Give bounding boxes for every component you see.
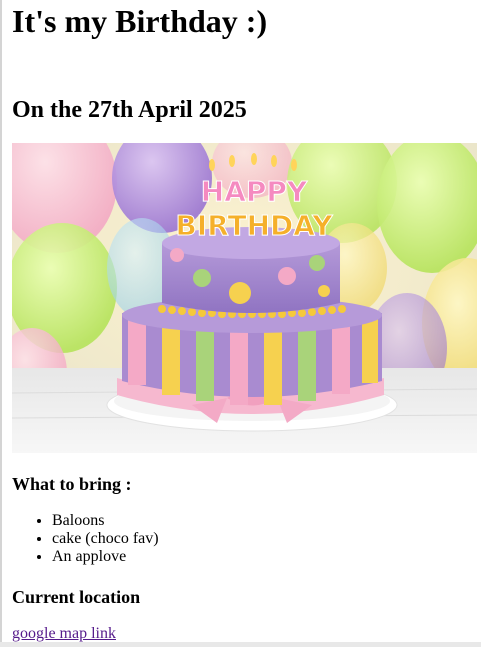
what-to-bring-heading: What to bring : [12,474,132,494]
date-heading: On the 27th April 2025 [12,97,247,123]
list-item: An applove [52,548,159,566]
horizontal-scrollbar[interactable] [0,642,481,647]
list-item: cake (choco fav) [52,530,159,548]
cake-topper-happy: HAPPY [201,175,308,208]
cake-topper-birthday: BIRTHDAY [175,209,333,242]
page-content: It's my Birthday :) On the 27th April 20… [4,0,481,647]
google-map-link[interactable]: google map link [12,624,116,644]
list-item: Baloons [52,512,159,530]
page-title: It's my Birthday :) [12,3,268,39]
current-location-heading: Current location [12,587,141,607]
birthday-cake-image: HAPPY BIRTHDAY [12,143,477,453]
window-left-edge [0,0,2,647]
bring-list: Baloons cake (choco fav) An applove [12,512,159,566]
